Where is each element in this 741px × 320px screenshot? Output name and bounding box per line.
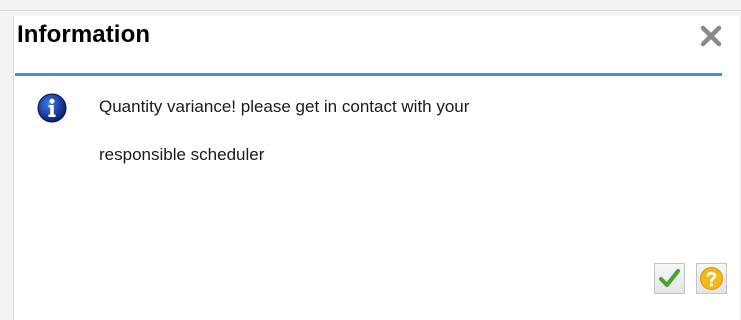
message-line-2: responsible scheduler [99,145,265,164]
ok-button[interactable] [654,263,685,294]
dialog-message: Quantity variance! please get in contact… [99,96,599,166]
information-dialog [13,16,739,320]
title-divider [15,73,722,76]
dialog-title-bar: Information [15,18,737,60]
page: Information Quantity variance! please ge… [0,0,741,320]
close-icon [700,25,722,47]
checkmark-icon [659,269,680,287]
question-icon [700,267,723,290]
background-divider [0,10,741,11]
info-icon [37,93,67,123]
dialog-title: Information [17,21,151,48]
message-line-1: Quantity variance! please get in contact… [99,97,470,116]
help-button[interactable] [696,263,727,294]
close-button[interactable] [697,22,725,50]
